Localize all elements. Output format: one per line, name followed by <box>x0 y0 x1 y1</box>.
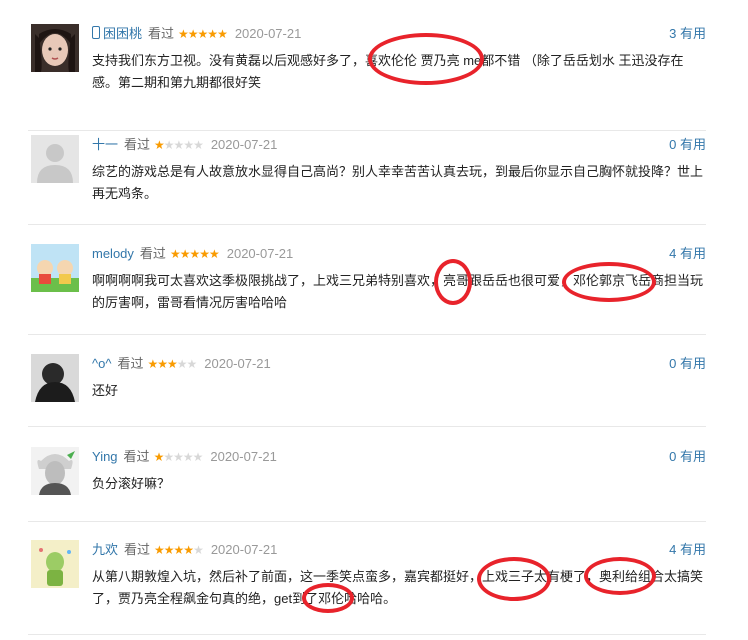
useful-vote[interactable]: 0 有用 <box>669 447 706 467</box>
useful-vote[interactable]: 4 有用 <box>669 244 706 264</box>
useful-vote[interactable]: 3 有用 <box>669 24 706 44</box>
user-link[interactable]: ^o^ <box>92 356 111 371</box>
avatar[interactable] <box>31 354 79 402</box>
comment-date: 2020-07-21 <box>234 26 302 41</box>
comment-date: 2020-07-21 <box>226 246 294 261</box>
comment-text: 啊啊啊啊我可太喜欢这季极限挑战了，上戏三兄弟特别喜欢，亮哥跟岳岳也很可爱，邓伦郭… <box>92 273 704 310</box>
watched-status: 看过 <box>123 449 150 464</box>
useful-vote[interactable]: 0 有用 <box>669 354 706 374</box>
user-link[interactable]: melody <box>92 246 134 261</box>
comment-text: 综艺的游戏总是有人故意放水显得自己高尚？别人幸幸苦苦认真去玩，到最后你显示自己胸… <box>92 164 704 201</box>
comment-date: 2020-07-21 <box>210 137 278 152</box>
watched-status: 看过 <box>117 356 144 371</box>
comment-item: 十一 看过 ★★★★★ 2020-07-21 0 有用 综艺的游戏总是有人故意放水显得… <box>28 130 706 225</box>
watched-status: 看过 <box>148 26 175 41</box>
comment-text: 负分滚好嘛？ <box>92 476 171 491</box>
rating-stars: ★★★★★ <box>154 543 204 557</box>
watched-status: 看过 <box>124 137 151 152</box>
user-link[interactable]: 九欢 <box>92 542 118 557</box>
useful-vote[interactable]: 4 有用 <box>669 540 706 560</box>
watched-status: 看过 <box>139 246 166 261</box>
avatar[interactable] <box>31 135 79 183</box>
comment-item: melody 看过 ★★★★★ 2020-07-21 4 有用 啊啊啊啊我可太喜欢这季… <box>28 234 706 335</box>
mobile-icon <box>92 26 100 39</box>
rating-stars: ★★★★★ <box>178 27 228 41</box>
avatar[interactable] <box>31 447 79 495</box>
user-link[interactable]: 十一 <box>92 137 118 152</box>
avatar[interactable] <box>31 540 79 588</box>
user-link[interactable]: 困困桃 <box>103 26 142 41</box>
rating-stars: ★★★★★ <box>147 357 197 371</box>
comment-item: 九欢 看过 ★★★★★ 2020-07-21 4 有用 从第八期敦煌入坑，然后补了前面… <box>28 530 706 635</box>
comment-item: ^o^ 看过 ★★★★★ 2020-07-21 0 有用 还好 <box>28 344 706 427</box>
user-link[interactable]: Ying <box>92 449 118 464</box>
comment-date: 2020-07-21 <box>210 542 278 557</box>
comment-text: 从第八期敦煌入坑，然后补了前面，这一季笑点蛮多，嘉宾都挺好，上戏三子太有梗了，奥… <box>92 569 704 606</box>
useful-vote[interactable]: 0 有用 <box>669 135 706 155</box>
rating-stars: ★★★★★ <box>154 138 204 152</box>
comment-text: 支持我们东方卫视。没有黄磊以后观感好多了，喜欢伦伦 贾乃亮 me都不错 （除了岳… <box>92 53 684 90</box>
comment-date: 2020-07-21 <box>210 449 277 464</box>
comment-item: Ying 看过 ★★★★★ 2020-07-21 0 有用 负分滚好嘛？ <box>28 437 706 522</box>
avatar[interactable] <box>31 24 79 72</box>
rating-stars: ★★★★★ <box>169 247 220 261</box>
avatar[interactable] <box>31 244 79 292</box>
comment-text: 还好 <box>92 383 119 398</box>
comment-date: 2020-07-21 <box>204 356 271 371</box>
watched-status: 看过 <box>124 542 151 557</box>
comment-item: 困困桃 看过 ★★★★★ 2020-07-21 3 有用 支持我们东方卫视。没有黄磊以… <box>28 18 706 131</box>
rating-stars: ★★★★★ <box>153 450 204 464</box>
